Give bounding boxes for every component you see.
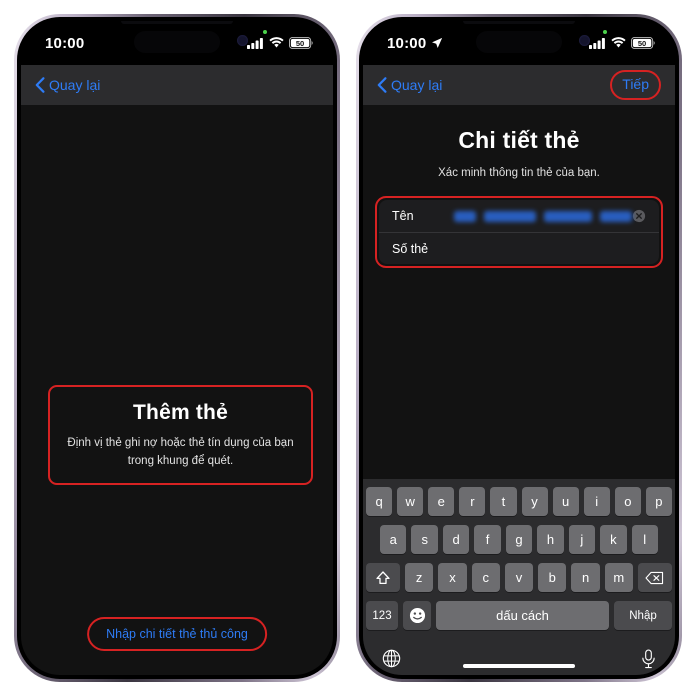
card-details-body: Chi tiết thẻ Xác minh thông tin thẻ của … [363, 105, 675, 675]
page-title: Chi tiết thẻ [458, 127, 580, 153]
phone-bezel-left: 10:00 50 Quay lại Thêm thẻ Định vị thẻ g… [17, 17, 337, 679]
battery-icon: 50 [631, 37, 655, 49]
card-form: Tên Số thẻ [379, 200, 659, 264]
next-button[interactable]: Tiếp [610, 70, 661, 100]
key-q[interactable]: q [366, 487, 393, 516]
key-d[interactable]: d [442, 525, 470, 554]
cellular-bars-icon [247, 38, 263, 49]
next-button-label: Tiếp [622, 76, 649, 92]
key-e[interactable]: e [428, 487, 455, 516]
home-indicator[interactable] [463, 664, 575, 668]
battery-level-label: 50 [296, 39, 304, 48]
status-bar-left: 10:00 50 [21, 21, 333, 65]
phone-screen-left: 10:00 50 Quay lại Thêm thẻ Định vị thẻ g… [21, 21, 333, 675]
field-row-card-number[interactable]: Số thẻ [379, 232, 659, 264]
key-b[interactable]: b [538, 563, 567, 592]
key-n[interactable]: n [571, 563, 600, 592]
keyboard-row-2: a s d f g h j k l [366, 525, 672, 554]
key-o[interactable]: o [614, 487, 641, 516]
phone-screen-right: 10:00 50 Quay lại Tiếp Chi tiết thẻ Xác … [363, 21, 675, 675]
field-label-card-number: Số thẻ [392, 241, 429, 256]
field-value-card-number[interactable] [454, 243, 646, 254]
backspace-key[interactable] [637, 563, 672, 592]
clear-circle-icon[interactable] [632, 209, 646, 223]
keyboard-row-1: q w e r t y u i o p [366, 487, 672, 516]
key-i[interactable]: i [583, 487, 610, 516]
key-v[interactable]: v [504, 563, 534, 592]
keyboard-row-4: 123 dấu cách Nhập [366, 601, 672, 630]
location-arrow-icon [432, 37, 443, 48]
key-f[interactable]: f [474, 525, 501, 554]
card-form-annotation-box: Tên Số thẻ [375, 196, 663, 268]
emoji-smiley-icon [409, 607, 425, 624]
numbers-key[interactable]: 123 [366, 601, 398, 630]
phone-device-right: 10:00 50 Quay lại Tiếp Chi tiết thẻ Xác … [356, 14, 682, 682]
add-card-subtitle: Định vị thẻ ghi nợ hoặc thẻ tín dụng của… [67, 437, 294, 467]
green-privacy-dot [603, 30, 607, 34]
phone-bezel-right: 10:00 50 Quay lại Tiếp Chi tiết thẻ Xác … [359, 17, 679, 679]
key-l[interactable]: l [631, 525, 658, 554]
key-k[interactable]: k [600, 525, 627, 554]
key-s[interactable]: s [411, 525, 438, 554]
key-h[interactable]: h [537, 525, 564, 554]
battery-level-label: 50 [638, 39, 646, 48]
back-button-label: Quay lại [391, 77, 443, 93]
key-u[interactable]: u [552, 487, 579, 516]
add-card-annotation-box: Thêm thẻ Định vị thẻ ghi nợ hoặc thẻ tín… [48, 385, 313, 485]
add-card-title: Thêm thẻ [133, 401, 228, 424]
globe-icon[interactable] [382, 649, 401, 668]
status-indicators: 50 [589, 37, 655, 49]
key-p[interactable]: p [645, 487, 672, 516]
manual-entry-button[interactable]: Nhập chi tiết thẻ thủ công [87, 617, 267, 651]
onscreen-keyboard: q w e r t y u i o p a s d f g h j k l z … [363, 479, 675, 675]
keyboard-row-3: z x c v b n m [366, 563, 672, 592]
back-button-label: Quay lại [49, 77, 101, 93]
key-w[interactable]: w [397, 487, 424, 516]
shift-arrow-icon [376, 570, 390, 584]
status-time-label: 10:00 [45, 34, 85, 52]
nav-bar-left: Quay lại [21, 65, 333, 105]
chevron-left-icon [35, 77, 45, 93]
scan-card-body: Thêm thẻ Định vị thẻ ghi nợ hoặc thẻ tín… [21, 105, 333, 675]
page-subtitle: Xác minh thông tin thẻ của bạn. [438, 167, 600, 179]
key-a[interactable]: a [380, 525, 407, 554]
status-time-label: 10:00 [387, 34, 427, 52]
emoji-key[interactable] [403, 601, 431, 630]
field-value-name-redacted[interactable] [454, 210, 632, 222]
keyboard-bottom-row [366, 639, 672, 675]
key-z[interactable]: z [405, 563, 434, 592]
chevron-left-icon [377, 77, 387, 93]
return-key[interactable]: Nhập [614, 601, 672, 630]
back-button-left[interactable]: Quay lại [35, 77, 100, 93]
phone-device-left: 10:00 50 Quay lại Thêm thẻ Định vị thẻ g… [14, 14, 340, 682]
status-bar-right: 10:00 50 [363, 21, 675, 65]
nav-bar-right: Quay lại Tiếp [363, 65, 675, 105]
wifi-icon [611, 37, 626, 48]
key-m[interactable]: m [604, 563, 633, 592]
status-time: 10:00 [387, 35, 443, 52]
space-key[interactable]: dấu cách [436, 601, 609, 630]
shift-key[interactable] [366, 563, 401, 592]
cellular-bars-icon [589, 38, 605, 49]
key-c[interactable]: c [471, 563, 500, 592]
key-x[interactable]: x [438, 563, 467, 592]
backspace-icon [645, 571, 664, 584]
field-row-name[interactable]: Tên [379, 200, 659, 232]
field-label-name: Tên [392, 209, 414, 223]
key-r[interactable]: r [459, 487, 486, 516]
microphone-icon[interactable] [641, 649, 656, 669]
status-time: 10:00 [45, 35, 84, 52]
status-indicators: 50 [247, 37, 313, 49]
key-t[interactable]: t [490, 487, 517, 516]
key-y[interactable]: y [521, 487, 548, 516]
wifi-icon [269, 37, 284, 48]
green-privacy-dot [263, 30, 267, 34]
back-button-right[interactable]: Quay lại [377, 77, 442, 93]
key-g[interactable]: g [505, 525, 533, 554]
key-j[interactable]: j [568, 525, 596, 554]
battery-icon: 50 [289, 37, 313, 49]
